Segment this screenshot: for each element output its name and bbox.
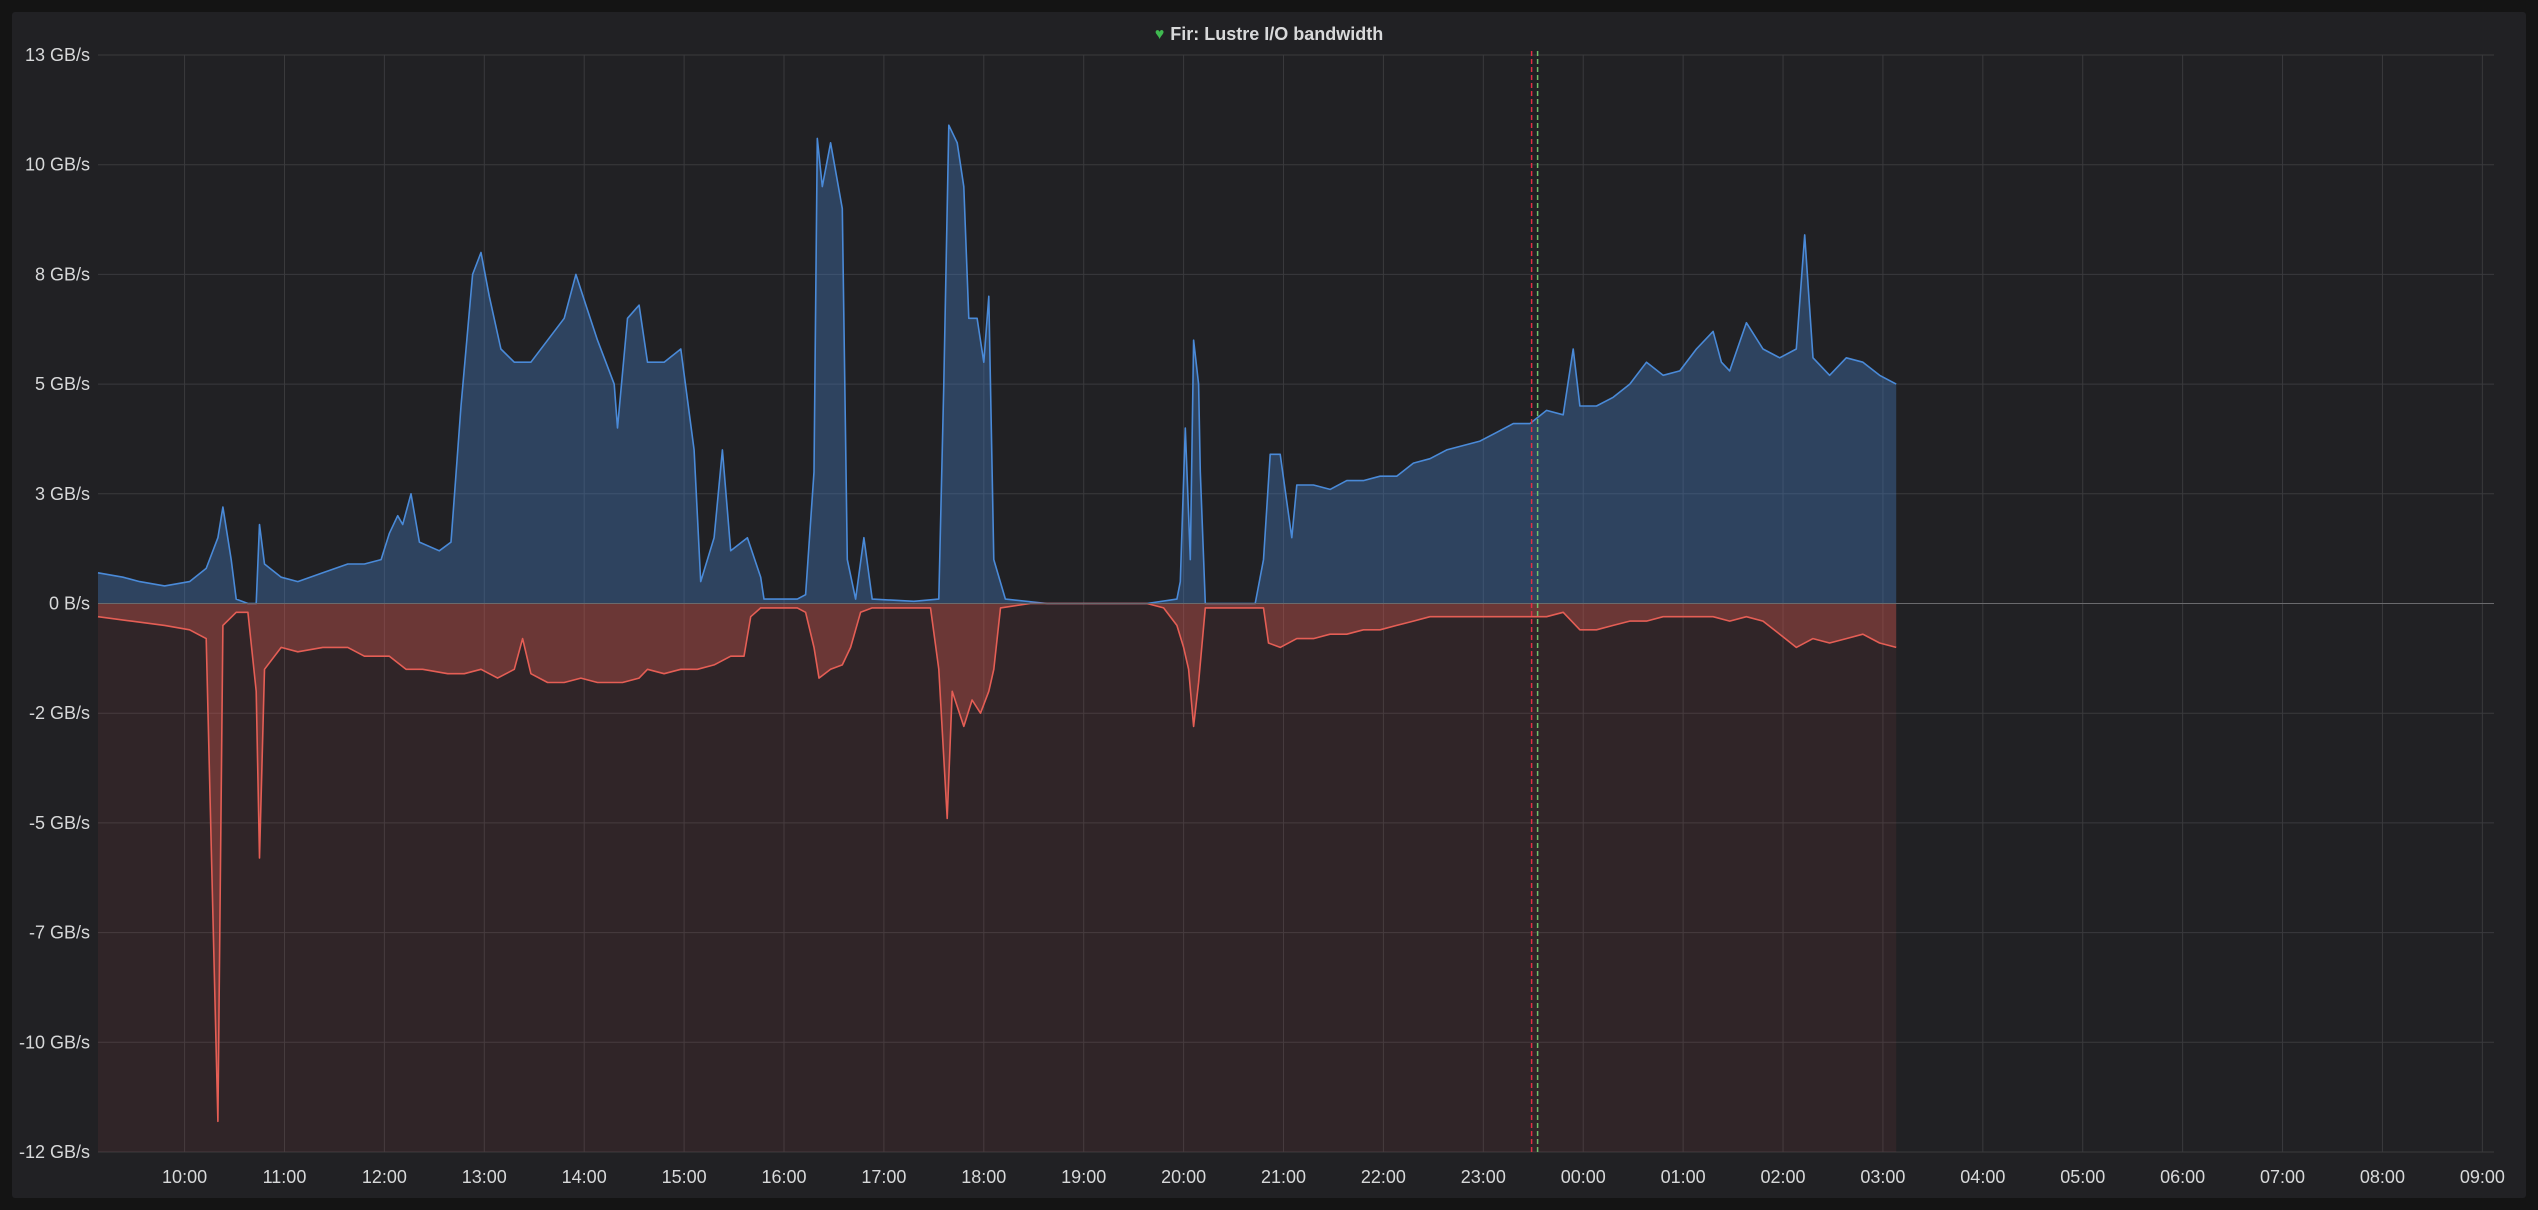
x-tick-label: 17:00 — [861, 1167, 906, 1187]
x-tick-label: 18:00 — [961, 1167, 1006, 1187]
series-areas — [97, 124, 2494, 1152]
x-tick-label: 10:00 — [162, 1167, 207, 1187]
x-tick-label: 07:00 — [2260, 1167, 2305, 1187]
x-tick-label: 13:00 — [462, 1167, 507, 1187]
write-series-background — [98, 603, 1897, 1152]
x-tick-label: 11:00 — [263, 1167, 307, 1187]
bandwidth-chart[interactable]: 13 GB/s 10 GB/s 8 GB/s 5 GB/s 3 GB/s 0 B/s -2 … — [0, 0, 2538, 1210]
y-tick-label: 3 GB/s — [35, 484, 90, 504]
y-tick-label: -5 GB/s — [29, 813, 90, 833]
y-tick-label: 5 GB/s — [35, 374, 90, 394]
x-tick-label: 00:00 — [1561, 1167, 1606, 1187]
y-tick-label: -12 GB/s — [19, 1142, 90, 1162]
x-tick-label: 02:00 — [1761, 1167, 1806, 1187]
x-tick-label: 12:00 — [362, 1167, 407, 1187]
x-tick-label: 05:00 — [2060, 1167, 2105, 1187]
x-tick-label: 15:00 — [662, 1167, 707, 1187]
y-tick-label: 13 GB/s — [25, 45, 90, 65]
x-tick-label: 08:00 — [2360, 1167, 2405, 1187]
y-tick-label: -10 GB/s — [19, 1032, 90, 1052]
x-tick-label: 06:00 — [2160, 1167, 2205, 1187]
x-tick-label: 01:00 — [1661, 1167, 1706, 1187]
x-tick-label: 19:00 — [1061, 1167, 1106, 1187]
read-series-area — [98, 125, 1897, 604]
x-tick-label: 23:00 — [1461, 1167, 1506, 1187]
x-axis: 10:00 11:00 12:00 13:00 14:00 15:00 16:00 17:00… — [162, 1167, 2505, 1187]
x-tick-label: 03:00 — [1860, 1167, 1905, 1187]
y-tick-label: 0 B/s — [49, 594, 90, 614]
y-tick-label: 10 GB/s — [25, 155, 90, 175]
y-tick-label: 8 GB/s — [35, 264, 90, 284]
x-tick-label: 22:00 — [1361, 1167, 1406, 1187]
x-tick-label: 14:00 — [562, 1167, 607, 1187]
x-tick-label: 04:00 — [1960, 1167, 2005, 1187]
y-tick-label: -2 GB/s — [29, 703, 90, 723]
x-tick-label: 16:00 — [761, 1167, 806, 1187]
y-axis: 13 GB/s 10 GB/s 8 GB/s 5 GB/s 3 GB/s 0 B/s -2 … — [19, 45, 90, 1162]
x-tick-label: 20:00 — [1161, 1167, 1206, 1187]
y-tick-label: -7 GB/s — [29, 923, 90, 943]
x-tick-label: 09:00 — [2460, 1167, 2505, 1187]
x-tick-label: 21:00 — [1261, 1167, 1306, 1187]
